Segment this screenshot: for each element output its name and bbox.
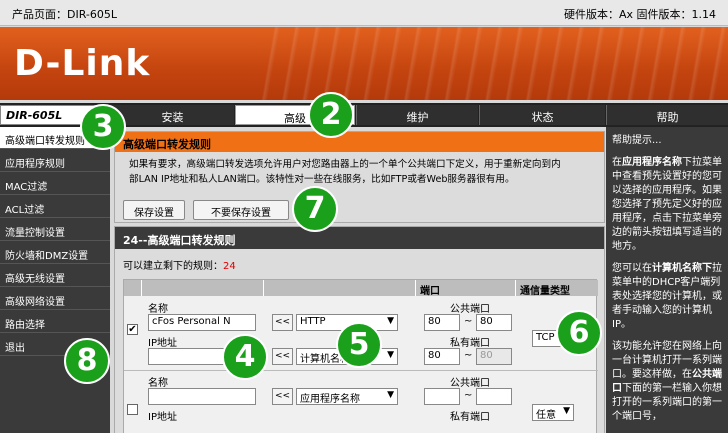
- step-badge-7: 7: [292, 186, 338, 232]
- chevron-down-icon: ▼: [387, 390, 394, 400]
- sidebar-item-advanced-network[interactable]: 高级网络设置: [0, 288, 110, 310]
- step-badge-4: 4: [222, 334, 268, 380]
- dlink-logo: D-Link: [14, 43, 151, 84]
- sidebar-item-traffic-control[interactable]: 流量控制设置: [0, 219, 110, 241]
- rule1-public-port-from[interactable]: 80: [424, 314, 460, 331]
- rule1-private-port-label: 私有端口: [450, 338, 490, 349]
- rule1-apply-computer-button[interactable]: <<: [272, 348, 293, 365]
- product-page-label: 产品页面：DIR-605L: [12, 8, 118, 21]
- chevron-down-icon: ▼: [563, 406, 570, 416]
- help-panel: 帮助提示... 在应用程序名称下拉菜单中查看预先设置好的您可以选择的应用程序。如…: [606, 127, 728, 433]
- sidebar-item-mac-filter[interactable]: MAC过滤: [0, 173, 110, 195]
- help-title: 帮助提示...: [612, 135, 662, 146]
- help-paragraph-2: 您可以在计算机名称下拉菜单中的DHCP客户端列表处选择您的计算机，或者手动输入您…: [612, 263, 722, 330]
- tab-setup[interactable]: 安装: [110, 105, 234, 125]
- rule2-ip-label: IP地址: [148, 412, 177, 423]
- rule2-public-port-from[interactable]: [424, 388, 460, 405]
- sidebar-item-application-rules[interactable]: 应用程序规则: [0, 150, 110, 172]
- tab-help[interactable]: 帮助: [606, 105, 728, 125]
- rule1-public-port-to[interactable]: 80: [476, 314, 512, 331]
- rule1-public-port-label: 公共端口: [450, 304, 490, 315]
- rule1-public-tilde: ~: [464, 316, 473, 327]
- rule2-name-label: 名称: [148, 378, 168, 389]
- step-badge-8: 8: [64, 338, 110, 384]
- step-badge-2: 2: [308, 92, 354, 138]
- table-header-app: [264, 280, 416, 296]
- table-header-traffic: 通信量类型: [516, 280, 598, 297]
- section-title: 高级端口转发规则: [115, 132, 604, 152]
- rule2-app-select[interactable]: 应用程序名称 ▼: [296, 388, 398, 405]
- brand-banner: D-Link: [0, 27, 728, 100]
- sidebar-item-advanced-wireless[interactable]: 高级无线设置: [0, 265, 110, 287]
- rule1-enable-checkbox[interactable]: ✔: [127, 324, 138, 335]
- rule1-ip-label: IP地址: [148, 338, 177, 349]
- sidebar: 高级端口转发规则 应用程序规则 MAC过滤 ACL过滤 流量控制设置 防火墙和D…: [0, 127, 110, 433]
- chevron-down-icon: ▼: [387, 316, 394, 326]
- rule2-public-tilde: ~: [464, 390, 473, 401]
- rule2-public-port-label: 公共端口: [450, 378, 490, 389]
- help-paragraph-1: 在应用程序名称下拉菜单中查看预先设置好的您可以选择的应用程序。如果您选择了预先定…: [612, 157, 722, 252]
- rule1-private-port-to: 80: [476, 348, 512, 365]
- remaining-rules: 可以建立剩下的规则：24: [123, 261, 236, 272]
- top-info-bar: 产品页面：DIR-605L 硬件版本：Ax 固件版本：1.14: [0, 0, 728, 26]
- rule1-private-port-from[interactable]: 80: [424, 348, 460, 365]
- step-badge-6: 6: [556, 310, 602, 356]
- rule2-traffic-select[interactable]: 任意 ▼: [532, 404, 574, 421]
- dont-save-button[interactable]: 不要保存设置: [193, 200, 289, 220]
- main-content: 高级端口转发规则 如果有要求，高级端口转发选项允许用户对您路由器上的一个单个公共…: [114, 131, 605, 433]
- rule1-name-input[interactable]: cFos Personal N: [148, 314, 256, 331]
- tab-status[interactable]: 状态: [479, 105, 605, 125]
- table-header-check: [124, 280, 142, 296]
- chevron-down-icon: ▼: [387, 350, 394, 360]
- version-label: 硬件版本：Ax 固件版本：1.14: [563, 8, 716, 21]
- save-button[interactable]: 保存设置: [123, 200, 185, 220]
- sidebar-item-routing[interactable]: 路由选择: [0, 311, 110, 333]
- sidebar-item-acl-filter[interactable]: ACL过滤: [0, 196, 110, 218]
- rule2-public-port-to[interactable]: [476, 388, 512, 405]
- remaining-count: 24: [223, 261, 236, 272]
- rule2-enable-checkbox[interactable]: [127, 404, 138, 415]
- section-description: 如果有要求，高级端口转发选项允许用户对您路由器上的一个单个公共端口下定义，用于重…: [129, 159, 561, 185]
- row-divider: [124, 370, 598, 371]
- rule1-apply-app-button[interactable]: <<: [272, 314, 293, 331]
- rule1-private-tilde: ~: [464, 350, 473, 361]
- help-paragraph-3: 该功能允许您在网络上向一台计算机打开一系列端口。要这样做，在公共端口下面的第一栏…: [612, 341, 722, 422]
- rule2-apply-app-button[interactable]: <<: [272, 388, 293, 405]
- table-header-port: 端口: [416, 280, 516, 297]
- banner-decoration: [260, 27, 728, 100]
- rule1-name-label: 名称: [148, 304, 168, 315]
- rules-title: 24--高级端口转发规则: [115, 227, 604, 249]
- sidebar-item-firewall-dmz[interactable]: 防火墙和DMZ设置: [0, 242, 110, 264]
- rule2-name-input[interactable]: [148, 388, 256, 405]
- rule2-private-port-label: 私有端口: [450, 412, 490, 423]
- tab-maintenance[interactable]: 维护: [356, 105, 478, 125]
- table-header-name: [142, 280, 264, 296]
- step-badge-5: 5: [336, 322, 382, 368]
- port-forwarding-intro: 高级端口转发规则 如果有要求，高级端口转发选项允许用户对您路由器上的一个单个公共…: [114, 131, 605, 223]
- step-badge-3: 3: [80, 104, 126, 150]
